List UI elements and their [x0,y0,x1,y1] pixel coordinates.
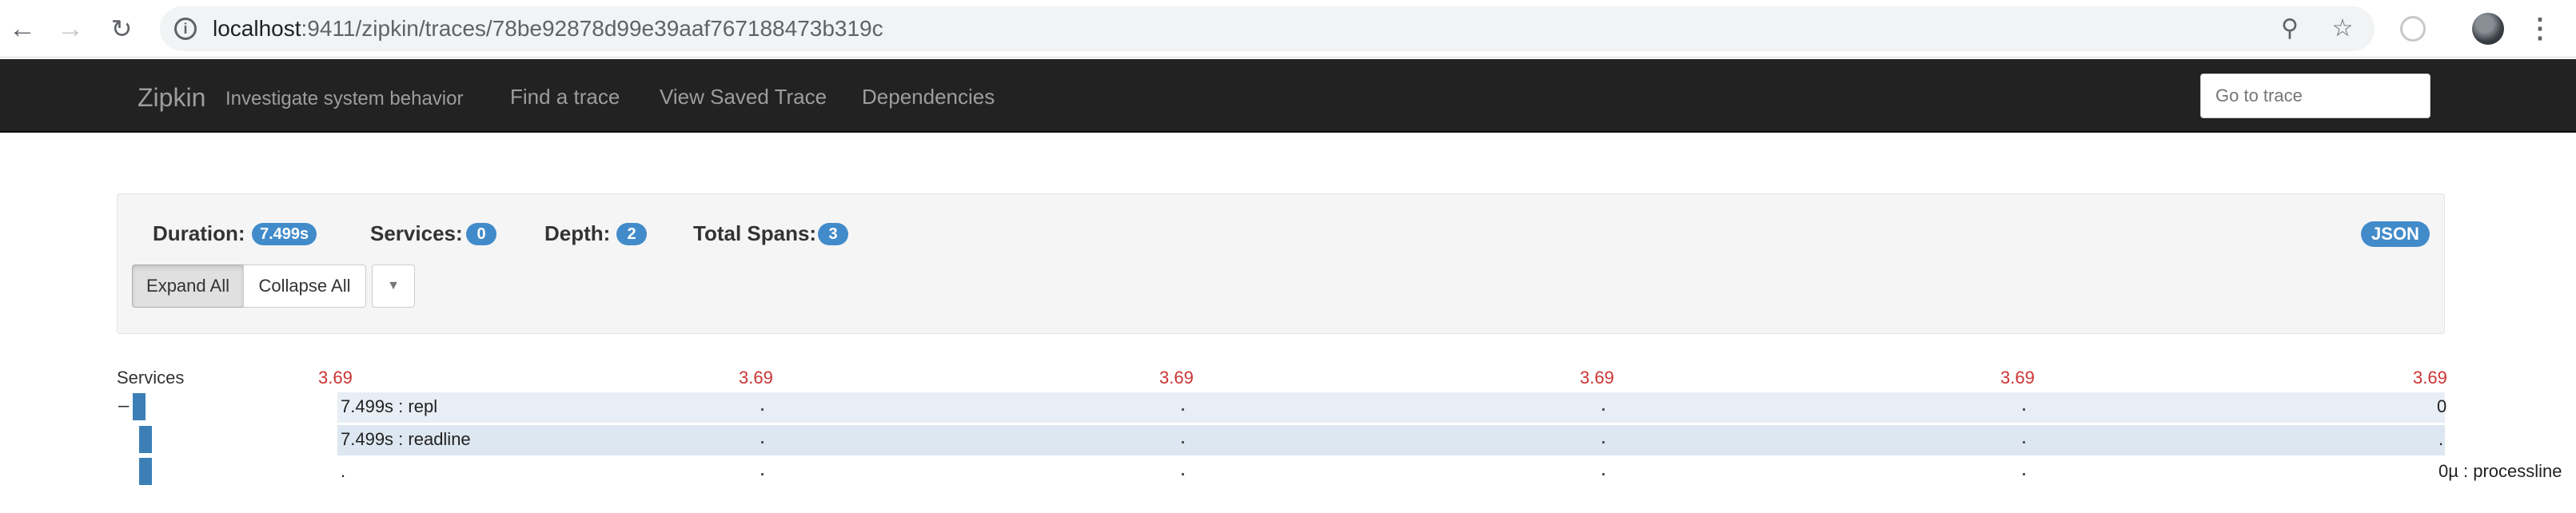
service-bar[interactable] [139,458,152,485]
arrow-right-icon[interactable]: → [54,13,86,45]
tick-dot [761,408,764,411]
avatar[interactable] [2472,13,2504,45]
timeline-tick: 3.69 [318,368,353,388]
services-label: Services: [370,221,463,245]
tick-dot [1602,473,1605,475]
span-row[interactable]: . [337,457,2445,487]
timeline-tick: 3.69 [739,368,773,388]
duration-label: Duration: [153,221,245,245]
app-navbar: Zipkin Investigate system behavior Find … [0,59,2576,133]
timeline-tick: 3.69 [2413,368,2447,388]
info-icon[interactable]: i [174,18,197,40]
caret-down-icon: ▼ [387,279,400,292]
url-host: localhost [213,16,301,41]
tick-dot [2023,408,2025,411]
span-end-mark: 0 [2437,396,2447,416]
goto-trace-input[interactable] [2200,74,2430,118]
brand-tagline: Investigate system behavior [225,88,464,109]
depth-label: Depth: [544,221,611,245]
star-icon[interactable]: ☆ [2328,14,2357,43]
tick-dot [2023,441,2025,443]
timeline-tick: 3.69 [1159,368,1194,388]
timeline-tick: 3.69 [2000,368,2035,388]
services-column-header: Services [117,368,185,388]
url-path: :9411/zipkin/traces/78be92878d99e39aaf76… [301,16,883,41]
service-bar[interactable] [139,426,152,453]
extension-icon[interactable] [2400,16,2426,42]
total-spans-label: Total Spans: [693,221,817,245]
span-row[interactable]: 7.499s : readline . [337,425,2445,455]
arrow-left-icon[interactable]: ← [6,13,38,45]
tick-dot [1182,408,1184,411]
tick-dot [761,473,764,475]
service-filter-dropdown[interactable]: ▼ [372,264,415,308]
brand-logo[interactable]: Zipkin [138,83,205,113]
json-button[interactable]: JSON [2361,221,2430,247]
duration-badge: 7.499s [252,223,317,245]
collapse-all-button[interactable]: Collapse All [243,264,366,308]
span-label: . [341,461,346,481]
tick-dot [1602,408,1605,411]
tick-dot [2023,473,2025,475]
tick-dot [761,441,764,443]
span-collapse-toggle[interactable]: – [118,395,129,417]
span-row[interactable]: 7.499s : repl 0 [337,392,2447,423]
tick-dot [1182,441,1184,443]
span-end-mark: . [2438,429,2444,449]
service-bar[interactable] [133,393,146,420]
tick-dot [1602,441,1605,443]
timeline-tick: 3.69 [1580,368,1614,388]
nav-dependencies[interactable]: Dependencies [862,85,995,109]
nav-view-saved-trace[interactable]: View Saved Trace [660,85,827,109]
services-badge: 0 [466,223,496,245]
zoom-icon[interactable]: ⚲ [2275,14,2304,43]
expand-all-button[interactable]: Expand All [132,264,244,308]
trace-summary-panel: Duration: 7.499s Services: 0 Depth: 2 To… [117,193,2445,334]
depth-badge: 2 [616,223,647,245]
span-end-mark: 0µ : processline [2438,461,2562,481]
address-bar[interactable]: i localhost:9411/zipkin/traces/78be92878… [160,6,2375,51]
url-text[interactable]: localhost:9411/zipkin/traces/78be92878d9… [213,16,883,42]
total-spans-badge: 3 [818,223,848,245]
tick-dot [1182,473,1184,475]
reload-icon[interactable]: ↻ [106,13,138,45]
span-label: 7.499s : readline [341,429,471,449]
vertical-dots-icon[interactable]: ⋮ [2526,11,2554,46]
span-label: 7.499s : repl [341,396,438,416]
browser-toolbar: ← → ↻ i localhost:9411/zipkin/traces/78b… [0,0,2576,58]
nav-find-trace[interactable]: Find a trace [510,85,620,109]
